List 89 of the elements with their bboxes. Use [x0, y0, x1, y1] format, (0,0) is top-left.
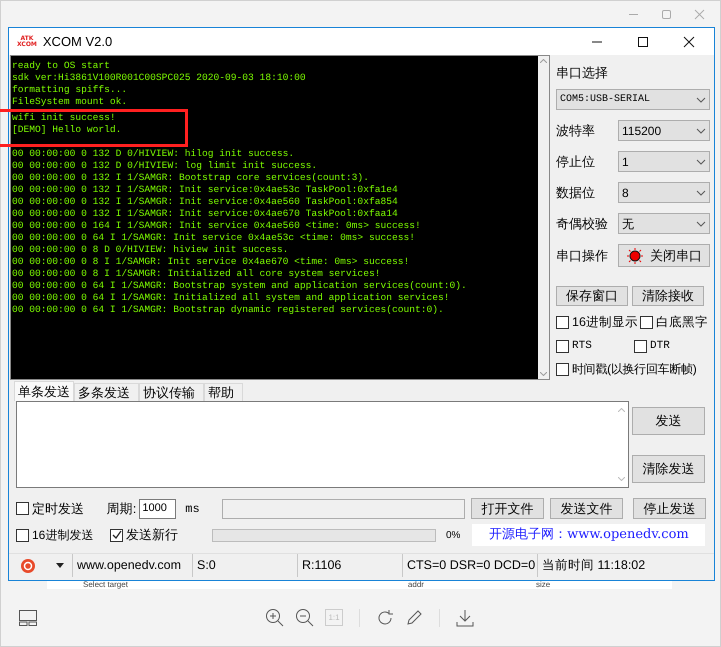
status-text: R:1106 [297, 554, 402, 577]
status-text: 当前时间 11:18:02 [537, 554, 687, 577]
zoom-out-icon[interactable] [295, 608, 314, 627]
terminal-line: 00 00:00:00 0 164 I 1/SAMGR: Init service 0x4ae560 <time: 0ms> success! [12, 220, 422, 232]
chevron-down-icon [696, 158, 706, 164]
terminal-line: formatting spiffs... [12, 84, 128, 96]
terminal-line: 00 00:00:00 0 8 I 1/SAMGR: Init service 0x4ae670 <time: 0ms> success! [12, 256, 410, 268]
terminal-line: 00 00:00:00 0 132 I 1/SAMGR: Init service:0x4ae53c TaskPool:0xfa1e4 [12, 184, 399, 196]
terminal-line: wifi init success! [12, 112, 117, 124]
setting-select[interactable]: 8 [618, 182, 710, 203]
checkbox[interactable] [634, 340, 647, 352]
background-label: addr [408, 581, 424, 589]
status-text: www.openedv.com [72, 554, 192, 577]
progress-reading: 0% [446, 528, 460, 542]
chevron-down-icon [696, 128, 706, 134]
close-port-button[interactable]: 关闭串口 [618, 244, 710, 267]
terminal-line: 00 00:00:00 0 132 D 0/HIVIEW: hilog init success. [12, 148, 296, 160]
terminal-line: sdk ver:Hi3861V100R001C00SPC025 2020-09-03 18:10:00 [12, 72, 307, 84]
send-tab[interactable]: 帮助 [204, 383, 243, 401]
panel-button[interactable]: 保存窗口 [556, 286, 628, 306]
terminal-line: 00 00:00:00 0 8 I 1/SAMGR: Initialized all core system services! [12, 268, 382, 280]
setting-select[interactable]: 无 [618, 213, 710, 234]
terminal-line: 00 00:00:00 0 132 I 1/SAMGR: Bootstrap core services(count:3). [12, 172, 370, 184]
checkbox-label: DTR [650, 338, 670, 354]
terminal-line: ready to OS start [12, 60, 111, 72]
download-icon[interactable] [456, 608, 474, 626]
field-label: 串口操作 [556, 246, 609, 265]
send-tab[interactable]: 单条发送 [14, 381, 74, 401]
field-label: 波特率 [556, 122, 596, 140]
checkbox[interactable] [16, 528, 29, 542]
zoom-in-icon[interactable] [265, 608, 284, 627]
checkbox[interactable] [556, 340, 569, 352]
file-path-field[interactable] [222, 498, 465, 518]
power-icon[interactable] [20, 558, 36, 574]
terminal-line: FileSystem mount ok. [12, 96, 128, 108]
checkbox-label: 16进制发送 [32, 527, 94, 544]
status-text: S:0 [192, 554, 297, 577]
chevron-down-icon [696, 190, 706, 196]
send-tab[interactable]: 协议传输 [139, 383, 204, 401]
chevron-down-icon [696, 96, 706, 102]
status-text: CTS=0 DSR=0 DCD=0 [402, 554, 537, 577]
period-label: 周期: [106, 500, 136, 518]
setting-select[interactable]: 1 [618, 151, 710, 172]
website-banner: 开源电子网：www.openedv.com [472, 524, 706, 546]
file-button[interactable]: 打开文件 [470, 498, 544, 519]
layout-icon[interactable] [19, 610, 37, 626]
terminal-line: 00 00:00:00 0 64 I 1/SAMGR: Bootstrap system and application services(count:0). [12, 280, 468, 292]
checkbox-label: 发送新行 [126, 526, 178, 544]
terminal-line: 00 00:00:00 0 8 D 0/HIVIEW: hiview init success. [12, 244, 290, 256]
unit-label: ms [185, 500, 200, 518]
terminal-line: 00 00:00:00 0 132 D 0/HIVIEW: log limit init success. [12, 160, 318, 172]
maximize-icon[interactable] [637, 36, 649, 48]
terminal-line: 00 00:00:00 0 64 I 1/SAMGR: Init service 0x4ae53c <time: 0ms> success! [12, 232, 416, 244]
setting-select[interactable]: 115200 [618, 120, 710, 141]
terminal-line: 00 00:00:00 0 64 I 1/SAMGR: Bootstrap dynamic registered services(count:0). [12, 304, 445, 316]
panel-button[interactable]: 清除接收 [632, 286, 704, 306]
checkbox[interactable] [640, 316, 653, 329]
send-button[interactable]: 发送 [632, 407, 705, 435]
period-input[interactable]: 1000 [139, 498, 176, 518]
terminal-line: 00 00:00:00 0 64 I 1/SAMGR: Initialized all system and application services! [12, 292, 451, 304]
checkbox-label: 白底黑字 [656, 314, 708, 331]
close-icon[interactable] [683, 36, 695, 48]
terminal-line: 00 00:00:00 0 132 I 1/SAMGR: Init service:0x4ae560 TaskPool:0xfa854 [12, 196, 399, 208]
field-label: 停止位 [556, 152, 596, 171]
checkbox-label: 定时发送 [32, 500, 84, 518]
background-label: size [536, 581, 550, 589]
caret-icon[interactable] [56, 563, 64, 568]
rotate-icon[interactable] [376, 608, 394, 626]
field-label: 数据位 [556, 184, 596, 202]
window-title: XCOM V2.0 [42, 32, 112, 51]
port-label: 串口选择 [556, 64, 609, 82]
checkbox-label: 16进制显示 [572, 314, 638, 331]
terminal-line: [DEMO] Hello world. [12, 124, 122, 136]
checkbox[interactable] [556, 362, 569, 376]
checkbox[interactable] [16, 502, 29, 515]
checkbox-label: 时间戳(以换行回车断帧) [572, 361, 696, 378]
checkbox-label: RTS [572, 338, 592, 354]
file-button[interactable]: 停止发送 [632, 498, 706, 519]
chevron-down-icon [696, 220, 706, 226]
checkbox[interactable] [110, 528, 123, 542]
field-label: 奇偶校验 [556, 214, 609, 233]
background-label: Select target [83, 581, 128, 589]
file-button[interactable]: 发送文件 [550, 498, 623, 519]
send-tab[interactable]: 多条发送 [74, 383, 139, 401]
terminal-line: 00 00:00:00 0 132 I 1/SAMGR: Init service:0x4ae670 TaskPool:0xfaa14 [12, 208, 399, 220]
send-button[interactable]: 清除发送 [632, 455, 705, 483]
checkbox[interactable] [556, 316, 569, 329]
port-select[interactable]: COM5:USB-SERIAL [556, 89, 710, 110]
pencil-icon[interactable] [405, 608, 423, 626]
